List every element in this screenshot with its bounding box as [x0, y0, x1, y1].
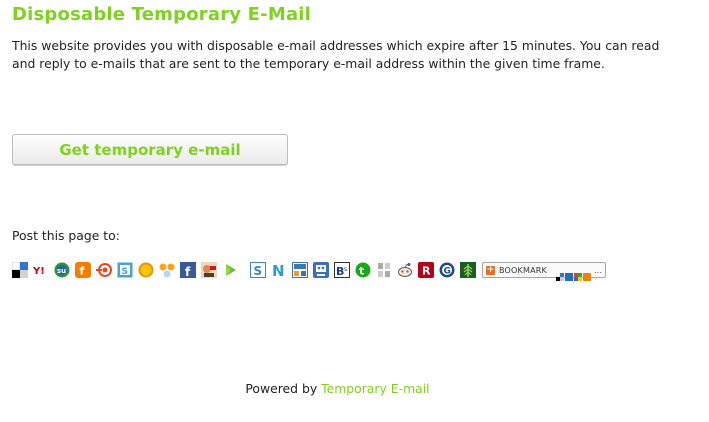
svg-text:t: t	[359, 265, 364, 278]
svg-text:N: N	[272, 262, 285, 278]
blogger-icon[interactable]: f	[75, 262, 91, 278]
get-temporary-email-button[interactable]: Get temporary e-mail	[12, 134, 288, 165]
spurl-icon[interactable]: S	[250, 262, 266, 278]
ellipsis-text: ...	[593, 265, 603, 275]
facebook-icon[interactable]: f	[180, 262, 196, 278]
play-icon[interactable]	[222, 262, 238, 278]
footer-prefix: Powered by	[245, 381, 318, 396]
svg-text:S: S	[122, 267, 128, 277]
plus-icon: +	[486, 264, 495, 275]
yahoo-icon[interactable]: Y!	[33, 262, 49, 278]
reddit-icon[interactable]	[397, 262, 413, 278]
svg-text:S: S	[254, 264, 263, 278]
delicious-icon[interactable]	[12, 262, 28, 278]
google-icon[interactable]: G	[439, 262, 455, 278]
blogger-mini-icon	[582, 266, 591, 281]
newsvine-icon[interactable]: N	[271, 262, 287, 278]
windows-mini-icon	[573, 266, 582, 281]
post-this-page-label: Post this page to:	[12, 228, 120, 243]
svg-text:su: su	[57, 267, 66, 275]
magnolia-icon[interactable]	[376, 262, 392, 278]
blinklist-icon[interactable]	[313, 262, 329, 278]
bookmark-button[interactable]: + BOOKMARK ...	[482, 262, 607, 281]
mixx-icon[interactable]	[96, 262, 112, 278]
netvibes-icon[interactable]	[159, 262, 175, 278]
delicious-mini-icon	[555, 266, 564, 281]
stumbleupon-icon[interactable]: su	[54, 262, 70, 278]
intro-text: This website provides you with disposabl…	[12, 38, 660, 71]
linkagogo-icon[interactable]: Bs	[334, 262, 350, 278]
svg-text:R: R	[422, 265, 431, 278]
tipd-icon[interactable]	[460, 262, 476, 278]
footer: Powered by Temporary E-mail	[0, 381, 675, 396]
bookmark-label: BOOKMARK	[499, 265, 547, 275]
share-icons-row: Y! su f S f S N B s t R G + BOOKMARK ...	[12, 262, 607, 281]
page-title: Disposable Temporary E-Mail	[12, 4, 312, 25]
svg-text:Y!: Y!	[33, 266, 45, 277]
svg-text:s: s	[344, 266, 347, 273]
technorati-icon[interactable]: t	[355, 262, 371, 278]
svg-text:G: G	[444, 267, 451, 277]
footer-link[interactable]: Temporary E-mail	[321, 381, 430, 396]
rojo-icon[interactable]: R	[418, 262, 434, 278]
svg-text:f: f	[185, 265, 191, 278]
fark-icon[interactable]	[201, 262, 217, 278]
svg-text:f: f	[80, 265, 85, 278]
digg-mini-icon	[564, 266, 573, 281]
slashdot-icon[interactable]: S	[117, 262, 133, 278]
sun-icon[interactable]	[138, 262, 154, 278]
furl-icon[interactable]	[292, 262, 308, 278]
get-button-label: Get temporary e-mail	[59, 140, 241, 159]
